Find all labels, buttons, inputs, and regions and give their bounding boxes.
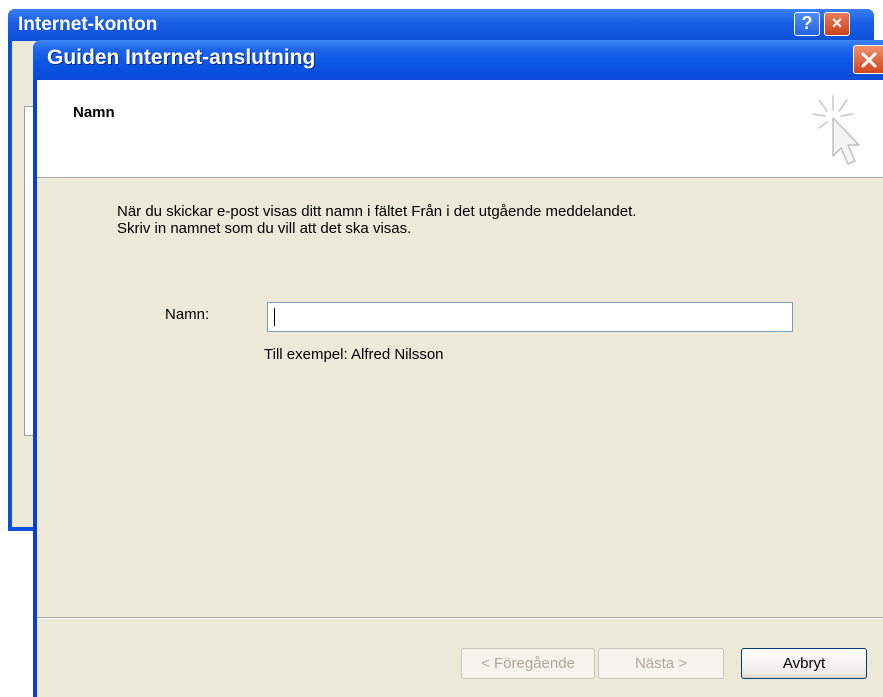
back-button[interactable]: < Föregående [461,648,595,679]
background-titlebar: Internet-konton ? × [8,9,874,41]
close-icon [861,52,876,67]
help-button[interactable]: ? [794,12,820,36]
example-hint: Till exempel: Alfred Nilsson [264,346,444,363]
footer-separator [37,617,883,619]
cancel-button[interactable]: Avbryt [741,648,867,679]
wizard-title: Guiden Internet-anslutning [47,46,316,69]
page-title: Namn [73,104,115,121]
wizard-cursor-icon [812,95,860,165]
wizard-window: Guiden Internet-anslutning Namn När du s… [33,40,883,697]
close-button[interactable] [853,45,883,74]
wizard-body: Namn När du skickar e-post visas ditt na… [37,80,883,697]
background-window-title: Internet-konton [18,14,158,35]
description-line-2: Skriv in namnet som du vill att det ska … [117,220,412,237]
next-button[interactable]: Nästa > [598,648,724,679]
background-close-button[interactable]: × [824,12,850,36]
description-line-1: När du skickar e-post visas ditt namn i … [117,203,637,220]
name-label: Namn: [165,306,210,323]
text-caret [274,308,275,326]
name-input[interactable] [267,302,793,332]
wizard-titlebar[interactable]: Guiden Internet-anslutning [33,40,883,80]
description-text: När du skickar e-post visas ditt namn i … [117,203,857,237]
wizard-header: Namn [37,80,883,178]
